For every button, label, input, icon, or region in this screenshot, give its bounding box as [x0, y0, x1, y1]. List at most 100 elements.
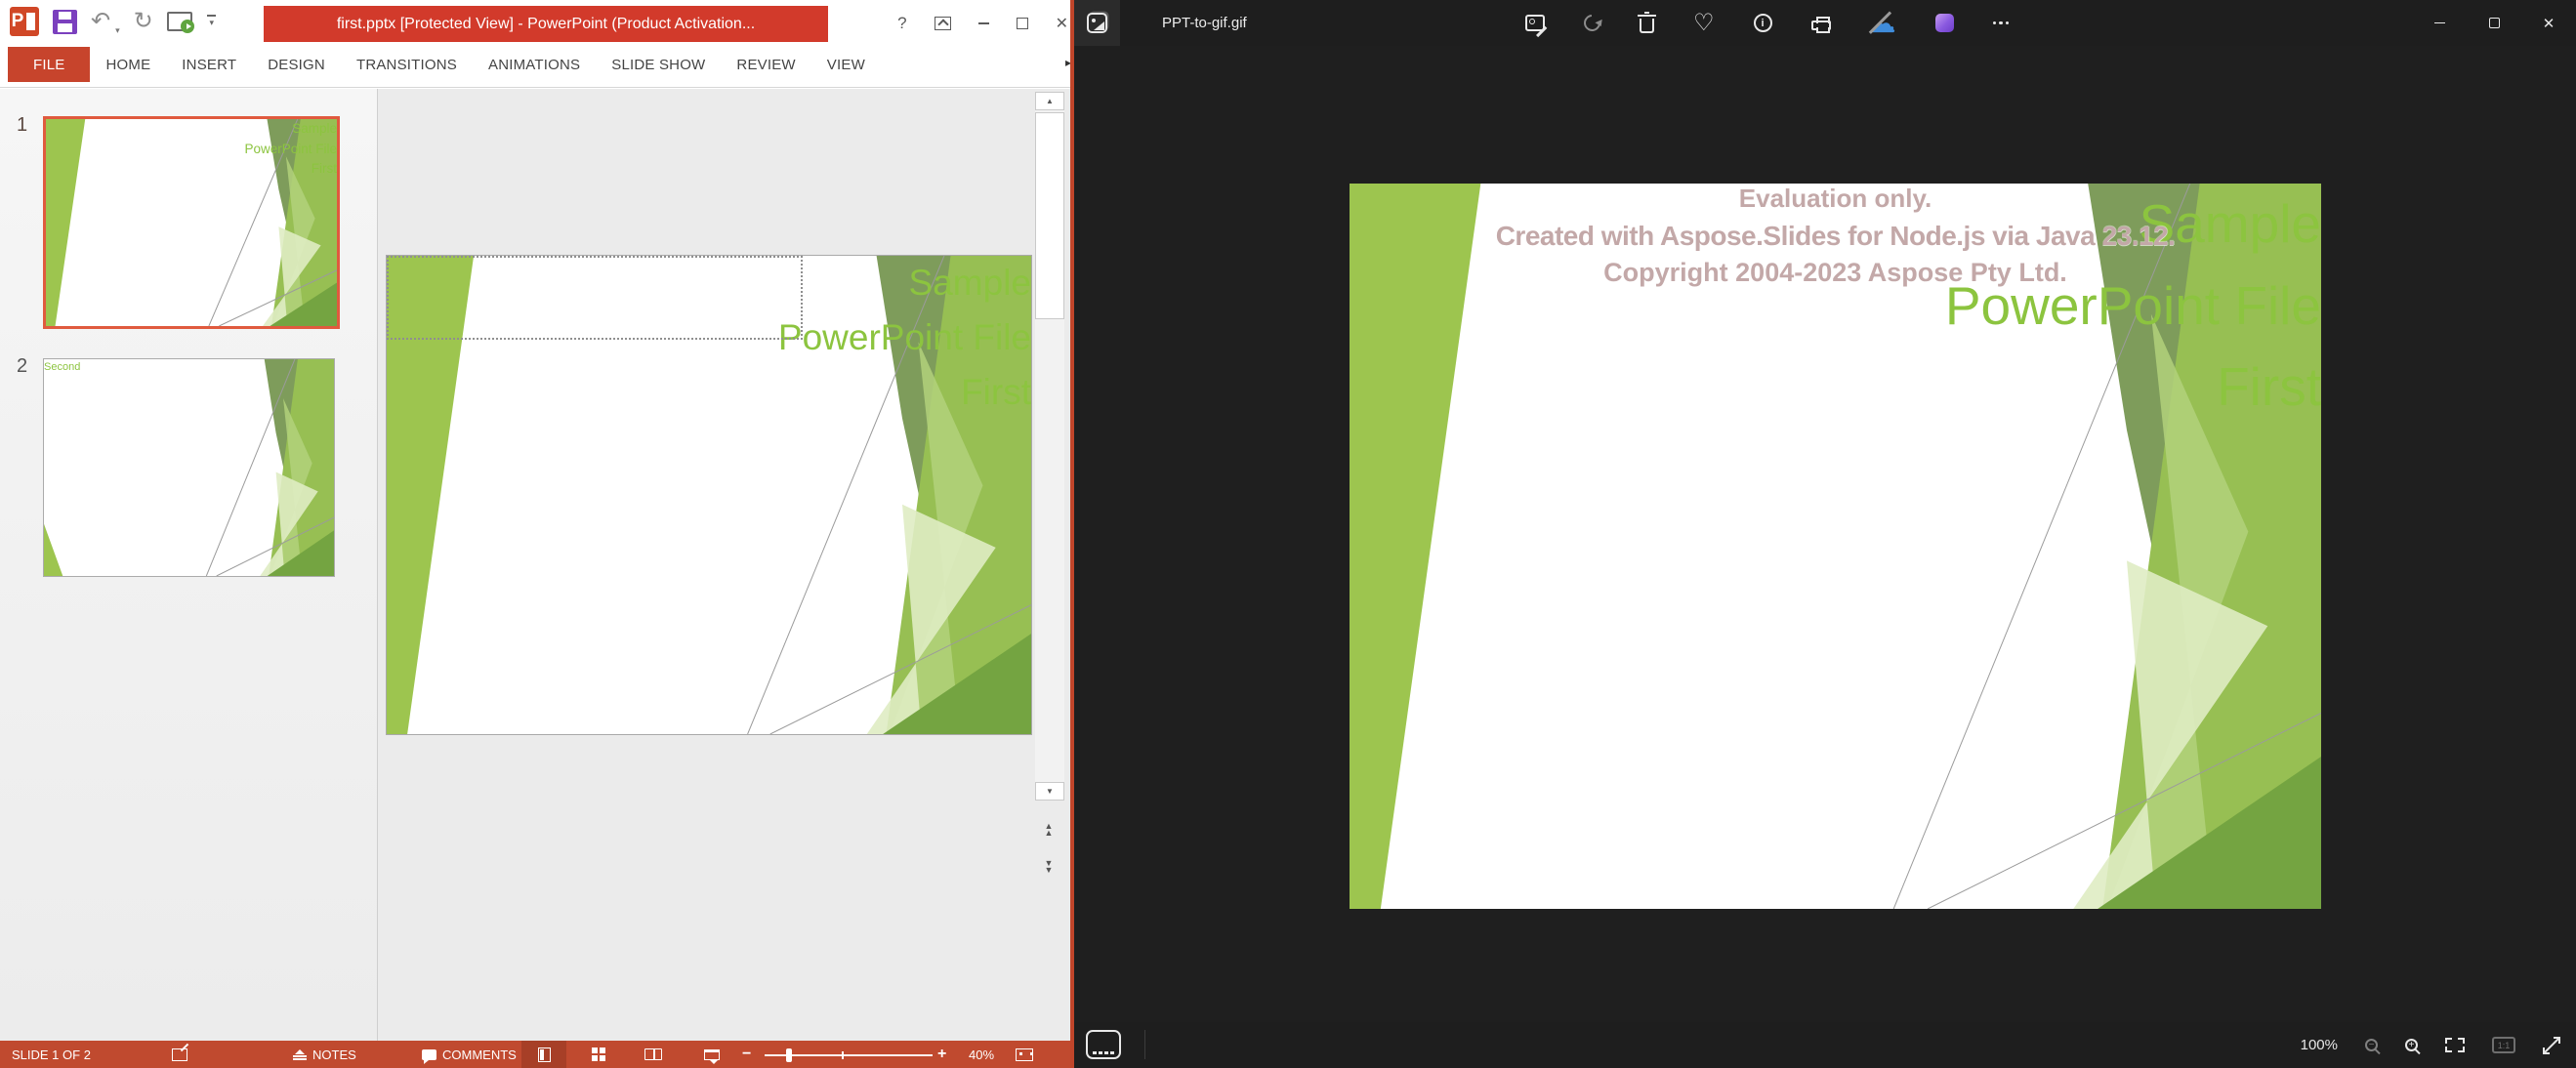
tab-transitions[interactable]: TRANSITIONS: [341, 47, 473, 82]
fit-slide-button[interactable]: [1016, 1041, 1033, 1068]
powerpoint-app-icon: P: [10, 7, 39, 36]
comments-button[interactable]: COMMENTS: [422, 1041, 517, 1068]
window-title: first.pptx [Protected View] - PowerPoint…: [264, 6, 828, 42]
viewer-zoom-controls: 100% − + 1:1: [2301, 1022, 2560, 1068]
photos-app-icon: [1087, 13, 1107, 33]
watermark-line-1: Evaluation only.: [1350, 184, 2321, 214]
comments-icon: [422, 1049, 436, 1060]
maximize-icon[interactable]: [1017, 18, 1028, 29]
scroll-up-button[interactable]: ▲: [1035, 92, 1064, 110]
save-icon[interactable]: [53, 10, 77, 34]
slideshow-view-button[interactable]: [689, 1041, 734, 1068]
redo-icon[interactable]: ↻: [134, 10, 153, 33]
zoom-slider-handle[interactable]: [786, 1048, 792, 1062]
slide-canvas[interactable]: Sample PowerPoint File First: [386, 255, 1032, 735]
slide-canvas-design: Sample PowerPoint File First: [387, 256, 1031, 734]
slide-2-thumbnail[interactable]: Second: [43, 358, 335, 577]
tab-insert[interactable]: INSERT: [166, 47, 252, 82]
zoom-slider[interactable]: [765, 1054, 933, 1056]
edit-image-icon[interactable]: [1525, 15, 1545, 31]
desktop-split-view: P ↶ ▾ ↻ ▾ first.pptx [Protected View] - …: [0, 0, 2576, 1068]
tab-animations[interactable]: ANIMATIONS: [473, 47, 596, 82]
zoom-slider-center-tick: [842, 1051, 844, 1059]
slide-1-thumbnail[interactable]: Sample PowerPoint File First: [43, 116, 340, 329]
photos-viewer-area: Sample PowerPoint File First Evaluation …: [1074, 46, 2576, 1022]
proofing-button[interactable]: [172, 1041, 187, 1068]
maximize-icon: [2489, 18, 2500, 28]
tab-view[interactable]: VIEW: [811, 47, 881, 82]
undo-icon[interactable]: ↶: [91, 10, 110, 33]
zoom-percentage[interactable]: 40%: [969, 1041, 994, 1068]
normal-view-icon: [538, 1047, 551, 1062]
slide-2-design: Second: [44, 359, 334, 576]
proofing-icon: [172, 1048, 187, 1061]
tab-file[interactable]: FILE: [8, 47, 90, 82]
fit-to-window-icon[interactable]: [2445, 1038, 2465, 1052]
tab-slideshow[interactable]: SLIDE SHOW: [596, 47, 721, 82]
delete-icon[interactable]: [1640, 19, 1654, 33]
editor-vertical-scrollbar[interactable]: ▲ ▼: [1035, 92, 1064, 801]
powerpoint-window: P ↶ ▾ ↻ ▾ first.pptx [Protected View] - …: [0, 0, 1074, 1068]
photos-app-button[interactable]: [1074, 0, 1120, 46]
slide-thumbnails-panel: 1 Sample PowerPoint File First 2: [0, 89, 378, 1041]
aspose-watermark: Evaluation only. Created with Aspose.Sli…: [1350, 184, 2321, 909]
info-icon[interactable]: i: [1754, 14, 1772, 32]
print-icon[interactable]: [1811, 21, 1831, 30]
titlebar-controls: ? ✕: [897, 0, 1068, 47]
zoom-out-button[interactable]: −: [742, 1041, 751, 1068]
fullscreen-icon[interactable]: [2543, 1037, 2560, 1054]
notes-icon: [293, 1049, 307, 1060]
clipchamp-edit-icon[interactable]: [1935, 14, 1954, 32]
photos-file-name: PPT-to-gif.gif: [1162, 0, 1247, 46]
viewed-gif-image[interactable]: Sample PowerPoint File First Evaluation …: [1350, 184, 2321, 909]
viewer-zoom-out-icon[interactable]: −: [2365, 1039, 2378, 1051]
subtitle-placeholder[interactable]: [387, 256, 803, 340]
next-slide-button[interactable]: ▼ ▼: [1038, 860, 1059, 874]
more-options-icon[interactable]: [1993, 21, 2010, 25]
undo-dropdown-caret-icon[interactable]: ▾: [115, 25, 120, 36]
photos-maximize-button[interactable]: [2467, 0, 2521, 46]
thumbnail-1-title: Sample PowerPoint File First: [46, 119, 337, 326]
previous-slide-button[interactable]: ▲ ▲: [1038, 823, 1059, 837]
ribbon-collapsed-edge: [0, 82, 1074, 88]
close-icon[interactable]: ✕: [1056, 14, 1068, 33]
photos-close-button[interactable]: ✕: [2521, 0, 2576, 46]
slide-sorter-icon: [592, 1047, 605, 1061]
filmstrip-toggle-icon[interactable]: [1086, 1030, 1121, 1059]
viewer-zoom-in-icon[interactable]: +: [2405, 1039, 2418, 1051]
tab-review[interactable]: REVIEW: [721, 47, 810, 82]
reading-view-button[interactable]: [631, 1041, 676, 1068]
tab-overflow-arrow-icon[interactable]: ▸: [1065, 56, 1071, 69]
photos-window-controls: ✕: [2412, 0, 2576, 46]
scrollbar-thumb[interactable]: [1035, 112, 1064, 319]
customize-qat-icon[interactable]: ▾: [206, 15, 218, 28]
bottom-bar-divider: [1144, 1030, 1145, 1059]
notes-button[interactable]: NOTES: [293, 1041, 356, 1068]
start-slideshow-icon[interactable]: [167, 12, 192, 31]
help-icon[interactable]: ?: [897, 14, 906, 33]
quick-access-toolbar: P ↶ ▾ ↻ ▾: [10, 7, 218, 36]
tab-design[interactable]: DESIGN: [252, 47, 341, 82]
favorite-heart-icon[interactable]: ♡: [1693, 14, 1715, 33]
ribbon-display-options-icon[interactable]: [935, 17, 951, 30]
normal-view-button[interactable]: [521, 1041, 566, 1068]
zoom-in-button[interactable]: +: [937, 1041, 946, 1068]
onedrive-unsynced-icon[interactable]: ☁: [1870, 13, 1896, 34]
viewer-zoom-percentage: 100%: [2301, 1037, 2338, 1053]
photos-bottom-bar: 100% − + 1:1: [1074, 1022, 2576, 1068]
scroll-down-button[interactable]: ▼: [1035, 782, 1064, 801]
slide-2-number: 2: [17, 355, 27, 378]
slide-1-number: 1: [17, 114, 27, 137]
tab-home[interactable]: HOME: [90, 47, 166, 82]
photos-app-window: PPT-to-gif.gif ♡ i ☁ ✕: [1074, 0, 2576, 1068]
rotate-icon[interactable]: [1581, 12, 1604, 35]
slide-sorter-button[interactable]: [576, 1041, 621, 1068]
powerpoint-titlebar: P ↶ ▾ ↻ ▾ first.pptx [Protected View] - …: [0, 0, 1074, 47]
powerpoint-status-bar: SLIDE 1 OF 2 NOTES COMMENTS − + 40%: [0, 1041, 1074, 1068]
actual-size-icon[interactable]: 1:1: [2492, 1037, 2515, 1053]
watermark-line-2: Created with Aspose.Slides for Node.js v…: [1350, 221, 2321, 252]
photos-minimize-button[interactable]: [2412, 0, 2467, 46]
reading-view-icon: [644, 1048, 662, 1060]
minimize-icon[interactable]: [978, 22, 989, 24]
powerpoint-body: 1 Sample PowerPoint File First 2: [0, 89, 1070, 1041]
